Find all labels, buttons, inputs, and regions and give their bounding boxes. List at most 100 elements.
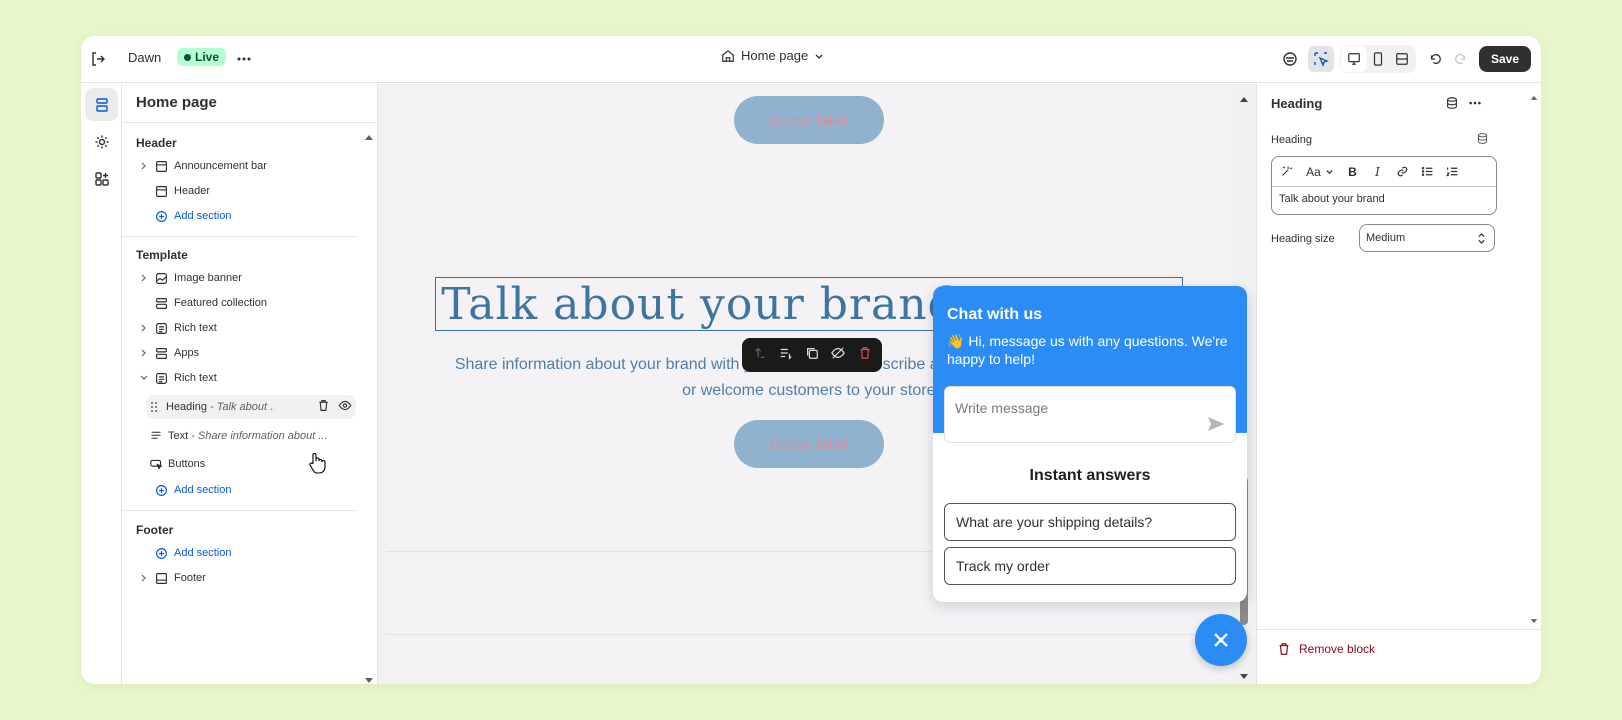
hide-icon[interactable] <box>831 346 846 365</box>
dynamic-source-icon[interactable] <box>1476 132 1489 150</box>
bold-icon[interactable]: B <box>1340 157 1365 187</box>
apps-icon[interactable] <box>85 162 118 195</box>
text-section-icon <box>152 322 170 335</box>
heading-size-select[interactable]: Medium <box>1359 224 1495 252</box>
italic-icon[interactable]: I <box>1365 157 1390 187</box>
link-icon[interactable] <box>1390 157 1415 187</box>
tree-item-label: Announcement bar <box>174 160 267 172</box>
gear-icon[interactable] <box>85 125 118 158</box>
scroll-down-icon[interactable] <box>1530 612 1538 630</box>
undo-icon[interactable] <box>1422 46 1448 72</box>
tree-item-header[interactable]: Header <box>136 179 361 203</box>
plus-circle-icon <box>152 484 170 497</box>
add-section-footer[interactable]: Add section <box>136 541 361 565</box>
database-icon[interactable] <box>1445 96 1459 115</box>
close-icon <box>1214 633 1228 647</box>
sections-icon[interactable] <box>85 88 118 121</box>
scroll-up-icon[interactable] <box>364 128 374 146</box>
preview-button-top[interactable]: Button label <box>734 96 884 144</box>
block-text[interactable]: Text - Share information about ... <box>148 424 358 448</box>
block-label: Text <box>168 430 189 442</box>
tree-item-label: Footer <box>174 572 206 584</box>
add-section-label: Add section <box>174 547 232 559</box>
more-icon[interactable] <box>231 46 257 72</box>
remove-block-button[interactable]: Remove block <box>1277 642 1375 656</box>
scroll-down-icon[interactable] <box>364 672 374 684</box>
drag-handle-icon[interactable] <box>146 401 162 413</box>
fullscreen-icon[interactable] <box>1389 46 1415 72</box>
tree-item-featured-collection[interactable]: Featured collection <box>136 291 361 315</box>
chat-input-placeholder: Write message <box>955 400 1049 416</box>
more-icon[interactable] <box>1467 96 1483 115</box>
theme-name: Dawn <box>128 50 162 65</box>
save-button[interactable]: Save <box>1479 46 1531 72</box>
inspector-icon[interactable] <box>1308 46 1334 72</box>
paragraph-icon <box>148 430 164 442</box>
instant-answers-title: Instant answers <box>1029 467 1151 484</box>
magic-icon[interactable] <box>1272 157 1300 187</box>
block-buttons[interactable]: Buttons <box>148 452 358 476</box>
device-toggle-group <box>1340 45 1416 73</box>
chevron-right-icon[interactable] <box>136 274 152 282</box>
home-icon <box>722 49 734 62</box>
plus-circle-icon <box>152 210 170 223</box>
tree-item-image-banner[interactable]: Image banner <box>136 266 361 290</box>
text-section-icon <box>152 372 170 385</box>
page-selector[interactable]: Home page <box>721 48 824 63</box>
duplicate-icon[interactable] <box>805 346 819 365</box>
chevron-right-icon[interactable] <box>136 162 152 170</box>
divider <box>122 236 357 237</box>
add-section-template[interactable]: Add section <box>136 478 361 502</box>
faq-track-order[interactable]: Track my order <box>944 547 1236 585</box>
eye-icon[interactable] <box>338 399 352 415</box>
tree-item-rich-text[interactable]: Rich text <box>136 316 361 340</box>
preview-heading-text: Talk about your brand <box>441 278 957 330</box>
preview-button-bottom[interactable]: Button label <box>734 420 884 468</box>
move-down-icon[interactable] <box>779 346 793 365</box>
chevron-right-icon[interactable] <box>136 574 152 582</box>
chat-title: Chat with us <box>947 306 1043 323</box>
chevron-down-icon[interactable] <box>136 374 152 382</box>
scroll-up-icon[interactable] <box>1239 90 1249 108</box>
group-template-label: Template <box>136 248 188 262</box>
footer-icon <box>152 572 170 585</box>
scroll-up-icon[interactable] <box>1530 88 1538 106</box>
exit-icon[interactable] <box>85 46 111 72</box>
send-icon[interactable] <box>1207 415 1225 433</box>
move-up-icon[interactable] <box>752 346 766 365</box>
font-style-dropdown[interactable]: Aa <box>1300 157 1340 187</box>
faq-shipping[interactable]: What are your shipping details? <box>944 503 1236 541</box>
divider <box>122 510 357 511</box>
tree-item-announcement-bar[interactable]: Announcement bar <box>136 154 361 178</box>
rte-toolbar: Aa B I <box>1272 157 1496 187</box>
app-embed-icon[interactable] <box>1277 46 1303 72</box>
trash-icon[interactable] <box>317 399 330 415</box>
group-header-label: Header <box>136 136 177 150</box>
tree-item-rich-text-expanded[interactable]: Rich text <box>136 366 361 390</box>
redo-icon[interactable] <box>1448 46 1474 72</box>
bullet-list-icon[interactable] <box>1415 157 1440 187</box>
scroll-down-icon[interactable] <box>1239 668 1249 684</box>
chat-message-input[interactable]: Write message <box>944 386 1236 443</box>
tree-item-label: Image banner <box>174 272 242 284</box>
tree-item-footer[interactable]: Footer <box>136 566 361 590</box>
desktop-icon[interactable] <box>1341 46 1367 72</box>
section-icon <box>152 160 170 173</box>
chevron-down-icon <box>815 54 823 59</box>
block-heading[interactable]: Heading - Talk about ... <box>146 395 356 419</box>
add-section-header[interactable]: Add section <box>136 204 361 228</box>
tree-item-label: Featured collection <box>174 297 267 309</box>
chevron-right-icon[interactable] <box>136 324 152 332</box>
mobile-icon[interactable] <box>1365 46 1391 72</box>
chevron-right-icon[interactable] <box>136 349 152 357</box>
heading-value[interactable]: Talk about your brand <box>1279 193 1385 205</box>
numbered-list-icon[interactable] <box>1440 157 1465 187</box>
chat-subtitle-text: Hi, message us with any questions. We're… <box>947 333 1228 367</box>
chat-subtitle: 👋 Hi, message us with any questions. We'… <box>947 332 1237 368</box>
heading-rich-text-editor[interactable]: Aa B I Talk about your brand <box>1271 156 1497 215</box>
live-badge: Live <box>177 48 227 66</box>
trash-icon[interactable] <box>858 346 872 365</box>
tree-item-label: Rich text <box>174 372 217 384</box>
tree-item-apps[interactable]: Apps <box>136 341 361 365</box>
chat-close-button[interactable] <box>1195 614 1247 666</box>
